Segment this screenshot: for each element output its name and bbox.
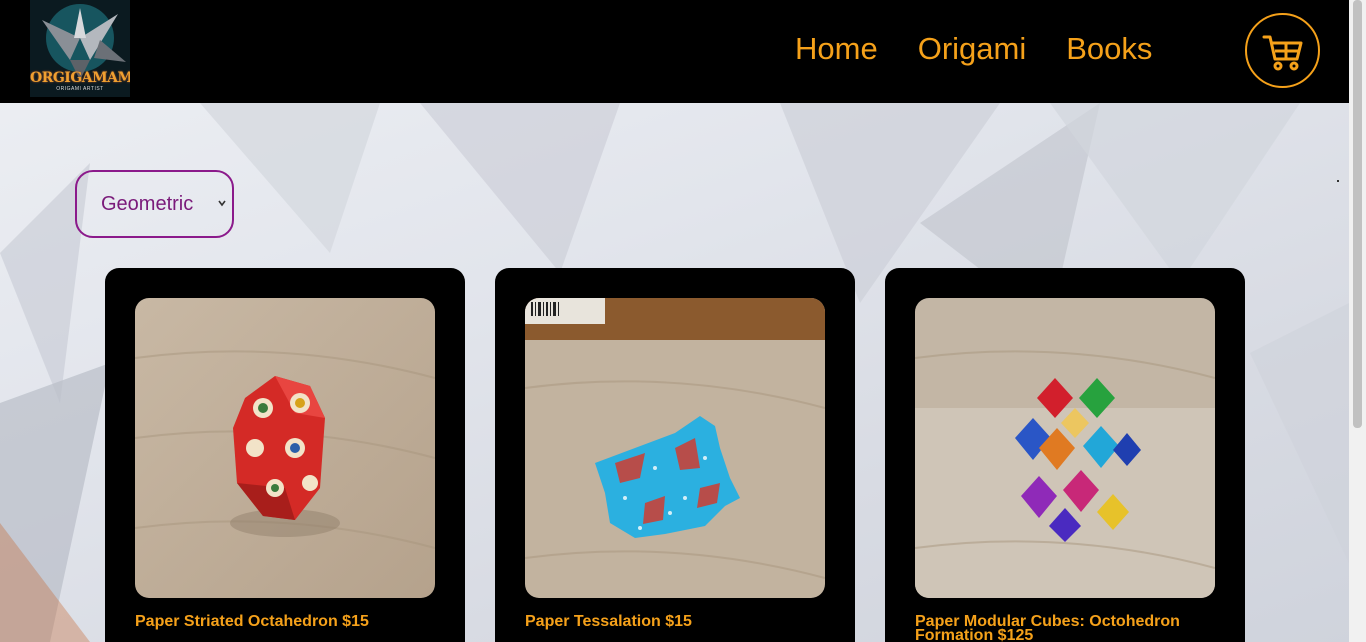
product-image-modular-cubes[interactable] [915, 298, 1215, 598]
product-card: Paper Modular Cubes: Octohedron Formatio… [885, 268, 1245, 642]
nav-home-link[interactable]: Home [795, 30, 878, 68]
page-scrollbar[interactable] [1349, 0, 1366, 642]
product-card: Paper Tessalation $15 [495, 268, 855, 642]
cart-button[interactable] [1245, 13, 1320, 88]
category-filter-select[interactable]: Geometric [75, 170, 234, 238]
main-nav: Home Origami Books [795, 30, 1152, 68]
product-title[interactable]: Paper Tessalation $15 [525, 614, 825, 630]
site-logo[interactable]: ORGIGAMAM ORIGAMI ARTIST [30, 0, 130, 97]
nav-books-link[interactable]: Books [1066, 30, 1152, 68]
shopping-cart-icon [1262, 35, 1302, 70]
product-card: Paper Striated Octahedron $15 [105, 268, 465, 642]
top-navbar: ORGIGAMAM ORIGAMI ARTIST Home Origami Bo… [0, 0, 1349, 103]
product-title[interactable]: Paper Striated Octahedron $15 [135, 614, 435, 630]
product-title[interactable]: Paper Modular Cubes: Octohedron Formatio… [915, 614, 1215, 642]
stray-dot [1337, 180, 1339, 182]
logo-wordmark: ORGIGAMAM [30, 70, 130, 86]
product-image-tessalation[interactable] [525, 298, 825, 598]
nav-origami-link[interactable]: Origami [918, 30, 1027, 68]
product-image-striated-octahedron[interactable] [135, 298, 435, 598]
scrollbar-thumb[interactable] [1353, 0, 1362, 428]
logo-tagline: ORIGAMI ARTIST [56, 86, 104, 92]
